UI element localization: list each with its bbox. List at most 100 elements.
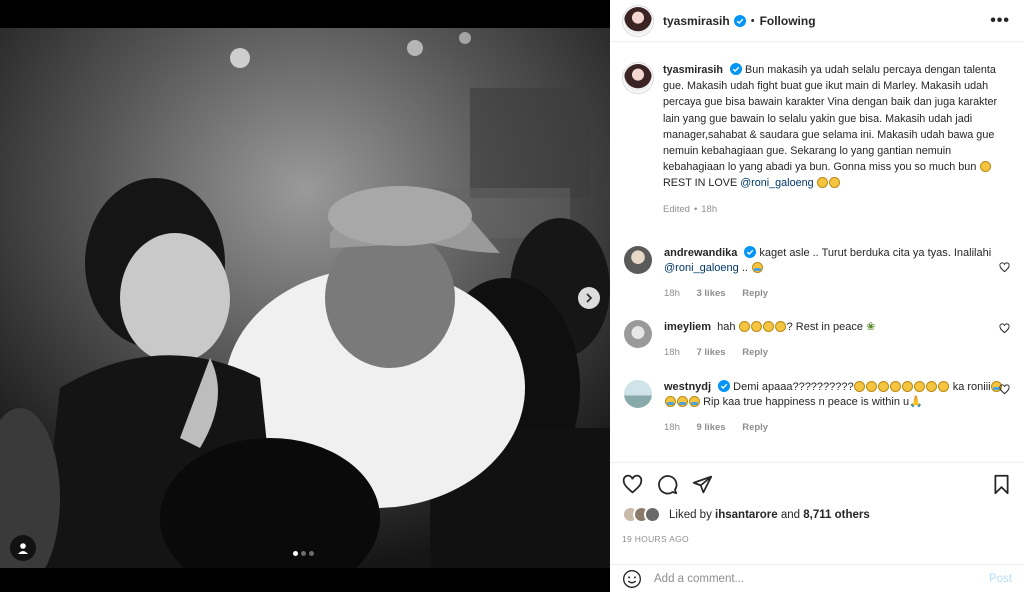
liked-by-conjunction: and <box>780 508 801 521</box>
comment-input[interactable] <box>654 572 989 585</box>
carousel-indicator <box>293 551 314 556</box>
avatar-image <box>624 64 652 92</box>
comment-text-after: ? Rest in peace <box>786 321 864 333</box>
post-actions-bar <box>610 462 1024 506</box>
sad-emoji-icon <box>890 381 902 392</box>
commenter-avatar[interactable] <box>624 320 652 348</box>
bookmark-icon[interactable] <box>991 474 1012 495</box>
liked-by-others[interactable]: 8,711 others <box>803 509 869 521</box>
sad-emoji-icon <box>775 321 787 332</box>
heart-icon[interactable] <box>999 323 1010 334</box>
liked-by-user[interactable]: ihsantarore <box>715 509 778 521</box>
comment-age: 18h <box>664 422 680 433</box>
carousel-dot <box>301 551 306 556</box>
crying-emoji-icon <box>676 396 688 407</box>
carousel-dot <box>309 551 314 556</box>
caption-edited: Edited <box>663 203 690 215</box>
comment-meta: 18h 7 likes Reply <box>664 345 1004 360</box>
reply-button[interactable]: Reply <box>742 422 768 433</box>
sad-emoji-icon <box>817 177 829 189</box>
reply-button[interactable]: Reply <box>742 288 768 299</box>
commenter-username[interactable]: imeyliem <box>664 321 711 333</box>
caption-text: Bun makasih ya udah selalu percaya denga… <box>663 64 998 174</box>
comment-likes[interactable]: 9 likes <box>697 422 726 433</box>
header-separator: • <box>750 14 755 27</box>
avatar-image <box>624 6 652 35</box>
comment-text-after: .. <box>741 262 748 274</box>
sad-emoji-icon <box>854 381 866 392</box>
commenter-avatar[interactable] <box>624 246 652 274</box>
comment-text-mid: ka roniii <box>952 381 991 393</box>
comment-item: westnydj Demi apaaa?????????? ka roniii … <box>622 380 1010 454</box>
post-timestamp[interactable]: 19 HOURS AGO <box>622 534 689 544</box>
comment-icon[interactable] <box>657 474 678 495</box>
comments-list[interactable]: tyasmirasih Bun makasih ya udah selalu p… <box>610 42 1024 462</box>
liker-avatars <box>622 506 661 523</box>
comment-mention[interactable]: @roni_galoeng <box>664 262 739 274</box>
comment-age: 18h <box>664 347 680 358</box>
caption-meta: Edited • 18h <box>663 202 1010 218</box>
heart-icon[interactable] <box>999 384 1010 395</box>
comment-body: andrewandika kaget asle .. Turut berduka… <box>664 246 1004 320</box>
comment-text-after: Rip kaa true happiness n peace is within… <box>703 396 910 408</box>
comment-age: 18h <box>664 288 680 299</box>
heart-icon[interactable] <box>999 262 1010 273</box>
sad-emoji-icon <box>763 321 775 332</box>
comment-meta: 18h 9 likes Reply <box>664 420 1004 435</box>
more-options-button[interactable]: ••• <box>990 12 1010 30</box>
sad-emoji-icon <box>902 381 914 392</box>
smile-emoji-icon <box>829 177 841 189</box>
commenter-avatar[interactable] <box>624 380 652 408</box>
chevron-right-icon <box>586 293 593 303</box>
crying-emoji-icon <box>664 396 676 407</box>
caption-avatar[interactable] <box>622 62 654 94</box>
reply-button[interactable]: Reply <box>742 347 768 358</box>
photo-illustration <box>0 28 610 568</box>
crying-emoji-icon <box>751 262 763 273</box>
next-image-button[interactable] <box>578 287 600 309</box>
tagged-users-button[interactable] <box>10 535 36 561</box>
commenter-username[interactable]: westnydj <box>664 381 711 393</box>
commenter-username[interactable]: andrewandika <box>664 247 737 259</box>
post-header: tyasmirasih • Following ••• <box>610 0 1024 42</box>
crying-emoji-icon <box>688 396 700 407</box>
praying-hands-icon: 🙏 <box>909 396 923 408</box>
caption-body: tyasmirasih Bun makasih ya udah selalu p… <box>663 62 1010 246</box>
verified-badge-icon <box>733 14 746 27</box>
sad-emoji-icon <box>878 381 890 392</box>
post-media <box>0 0 610 592</box>
verified-badge-icon <box>730 63 743 75</box>
liked-by-prefix: Liked by <box>669 508 712 521</box>
add-comment-bar: Post <box>610 564 1024 592</box>
comment-text: Demi apaaa?????????? <box>733 381 854 393</box>
plant-emoji-icon: ❀ <box>866 321 876 333</box>
author-username[interactable]: tyasmirasih <box>663 14 730 28</box>
post-details-panel: tyasmirasih • Following ••• tyasmirasih … <box>610 0 1024 592</box>
comment-body: imeyliem hah ? Rest in peace ❀ 18h 7 lik… <box>664 320 1004 380</box>
comment-item: andrewandika kaget asle .. Turut berduka… <box>622 246 1010 320</box>
comment-meta: 18h 3 likes Reply <box>664 286 1004 301</box>
sad-emoji-icon <box>926 381 938 392</box>
author-avatar[interactable] <box>622 4 654 37</box>
verified-badge-icon <box>744 246 757 258</box>
emoji-icon[interactable] <box>622 569 642 589</box>
sad-emoji-icon <box>751 321 763 332</box>
caption-rest-in-love: REST IN LOVE <box>663 177 738 190</box>
comment-likes[interactable]: 7 likes <box>697 347 726 358</box>
post-photo[interactable] <box>0 28 610 568</box>
following-button[interactable]: Following <box>760 14 816 28</box>
sad-emoji-icon <box>979 161 991 173</box>
liker-avatar <box>644 506 661 523</box>
caption-mention[interactable]: @roni_galoeng <box>740 177 813 189</box>
comment-item: imeyliem hah ? Rest in peace ❀ 18h 7 lik… <box>622 320 1010 380</box>
caption-entry: tyasmirasih Bun makasih ya udah selalu p… <box>622 62 1010 246</box>
post-comment-button[interactable]: Post <box>989 573 1012 585</box>
meta-dot: • <box>693 203 698 215</box>
caption-username[interactable]: tyasmirasih <box>663 64 723 76</box>
share-icon[interactable] <box>692 474 713 495</box>
sad-emoji-icon <box>938 381 950 392</box>
verified-badge-icon <box>718 380 731 392</box>
like-button-heart-icon[interactable] <box>622 474 643 495</box>
sad-emoji-icon <box>914 381 926 392</box>
comment-likes[interactable]: 3 likes <box>697 288 726 299</box>
